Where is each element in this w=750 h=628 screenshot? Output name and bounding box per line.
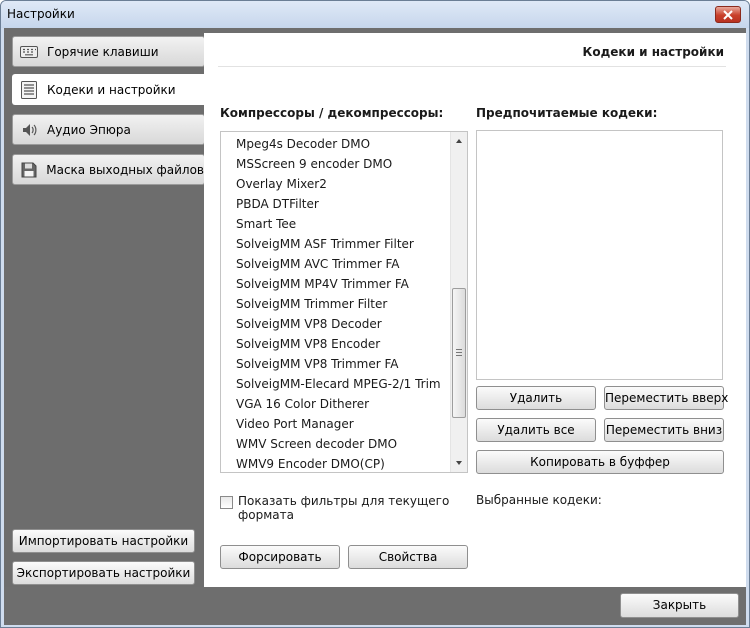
codecs-settings-panel: Кодеки и настройки Компрессоры / декомпр… (204, 33, 746, 587)
sidebar-item-label: Аудио Эпюра (47, 122, 131, 137)
force-button[interactable]: Форсировать (220, 545, 340, 569)
close-icon (723, 9, 733, 20)
list-item[interactable]: Smart Tee (236, 217, 296, 235)
selected-codecs-label: Выбранные кодеки: (476, 493, 602, 507)
list-item[interactable]: WMV Screen decoder DMO (236, 437, 397, 455)
title-bar[interactable]: Настройки (1, 1, 749, 28)
move-down-button[interactable]: Переместить вниз (604, 418, 724, 442)
sidebar-item-label: Кодеки и настройки (47, 82, 176, 97)
sidebar-item-label: Маска выходных файлов (46, 162, 204, 177)
list-item[interactable]: SolveigMM Trimmer Filter (236, 297, 387, 315)
speaker-icon (19, 121, 39, 139)
codecs-listbox[interactable]: Mpeg4s Decoder DMO MSScreen 9 encoder DM… (220, 131, 468, 473)
list-item[interactable]: SolveigMM VP8 Trimmer FA (236, 357, 399, 375)
sidebar-item-hotkeys[interactable]: Горячие клавиши (12, 36, 205, 67)
list-item[interactable]: SolveigMM-Elecard MPEG-2/1 Trim (236, 377, 441, 395)
show-filters-label-line2: формата (238, 508, 294, 522)
preferred-codecs-listbox[interactable] (476, 130, 723, 380)
sidebar-item-audio-waveform[interactable]: Аудио Эпюра (12, 114, 205, 145)
list-item[interactable]: SolveigMM VP8 Encoder (236, 337, 380, 355)
compressors-label: Компрессоры / декомпрессоры: (220, 106, 444, 120)
sidebar: Горячие клавиши Кодеки и настройки Аудио… (4, 28, 208, 587)
scrollbar-thumb[interactable] (452, 288, 466, 418)
list-item[interactable]: Mpeg4s Decoder DMO (236, 137, 370, 155)
show-filters-label-line1: Показать фильтры для текущего (238, 494, 450, 508)
scroll-down-arrow-icon[interactable] (454, 458, 464, 468)
title-divider (218, 66, 726, 67)
settings-window: Настройки Горячие клавиши Кодеки и настр… (0, 0, 750, 628)
list-item[interactable]: PBDA DTFilter (236, 197, 319, 215)
sidebar-item-label: Горячие клавиши (47, 44, 159, 59)
close-window-button[interactable] (715, 6, 741, 23)
list-item[interactable]: SolveigMM VP8 Decoder (236, 317, 382, 335)
page-title: Кодеки и настройки (582, 45, 724, 59)
list-item[interactable]: Overlay Mixer2 (236, 177, 327, 195)
sidebar-item-output-mask[interactable]: Маска выходных файлов (12, 154, 205, 185)
delete-button[interactable]: Удалить (476, 386, 596, 410)
list-item[interactable]: WMV9 Encoder DMO(CP) (236, 457, 385, 472)
copy-to-buffer-button[interactable]: Копировать в буффер (476, 450, 724, 474)
list-item[interactable]: SolveigMM MP4V Trimmer FA (236, 277, 409, 295)
grip-icon (456, 349, 462, 356)
move-up-button[interactable]: Переместить вверх (604, 386, 728, 410)
properties-button[interactable]: Свойства (348, 545, 468, 569)
keyboard-icon (19, 43, 39, 61)
export-settings-button[interactable]: Экспортировать настройки (12, 561, 195, 585)
close-button[interactable]: Закрыть (620, 593, 739, 618)
window-title: Настройки (7, 7, 75, 21)
list-item[interactable]: VGA 16 Color Ditherer (236, 397, 369, 415)
import-settings-button[interactable]: Импортировать настройки (12, 529, 195, 553)
floppy-disk-icon (19, 161, 38, 179)
list-item[interactable]: SolveigMM AVC Trimmer FA (236, 257, 399, 275)
show-filters-checkbox[interactable] (220, 496, 233, 509)
preferred-codecs-label: Предпочитаемые кодеки: (476, 106, 658, 120)
sidebar-item-codecs[interactable]: Кодеки и настройки (12, 74, 208, 105)
codecs-scrollbar[interactable] (450, 132, 467, 472)
show-filters-label: Показать фильтры для текущего формата (238, 494, 449, 522)
scroll-up-arrow-icon[interactable] (454, 136, 464, 146)
list-item[interactable]: SolveigMM ASF Trimmer Filter (236, 237, 414, 255)
client-area: Горячие клавиши Кодеки и настройки Аудио… (4, 28, 746, 625)
list-item[interactable]: Video Port Manager (236, 417, 354, 435)
list-icon (19, 80, 39, 99)
list-item[interactable]: MSScreen 9 encoder DMO (236, 157, 392, 175)
delete-all-button[interactable]: Удалить все (476, 418, 596, 442)
show-filters-option[interactable]: Показать фильтры для текущего формата (220, 494, 460, 522)
